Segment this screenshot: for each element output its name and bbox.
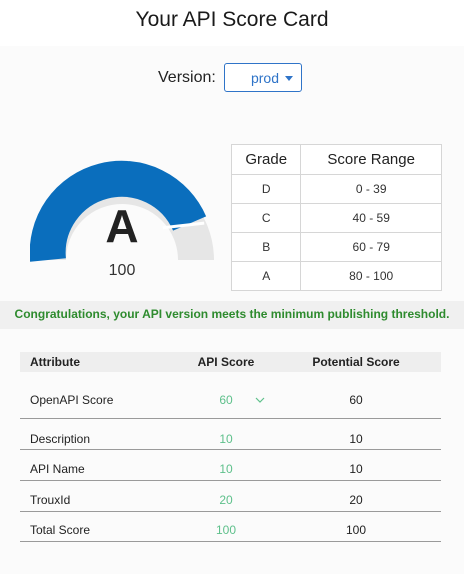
potential-score-column-header: Potential Score xyxy=(312,355,400,369)
table-row: B 60 - 79 xyxy=(230,232,442,262)
grade-column-header: Grade xyxy=(230,144,302,175)
status-banner: Congratulations, your API version meets … xyxy=(0,301,464,329)
potential-score-value: 20 xyxy=(349,493,363,507)
attribute-row-openapi[interactable]: OpenAPI Score 60 60 xyxy=(20,372,441,419)
attribute-row-api-name: API Name 10 10 xyxy=(20,450,441,481)
attribute-name: Total Score xyxy=(30,523,91,537)
range-cell: 0 - 39 xyxy=(300,174,442,204)
score-gauge: A xyxy=(30,160,214,262)
api-score-value: 20 xyxy=(219,493,233,507)
potential-score-value: 10 xyxy=(349,432,363,446)
grade-cell: D xyxy=(230,174,302,204)
attribute-row-description: Description 10 10 xyxy=(20,419,441,450)
api-score-column-header: API Score xyxy=(197,355,255,369)
attribute-row-total: Total Score 100 100 xyxy=(20,512,441,542)
attribute-name: OpenAPI Score xyxy=(30,393,114,407)
caret-down-icon xyxy=(285,76,293,81)
range-cell: 40 - 59 xyxy=(300,203,442,233)
attribute-name: TrouxId xyxy=(30,493,71,507)
page-title: Your API Score Card xyxy=(0,0,464,46)
version-selected-value: prod xyxy=(250,70,279,86)
range-cell: 60 - 79 xyxy=(300,232,442,262)
chevron-down-icon[interactable] xyxy=(255,395,265,405)
attribute-row-trouxid: TrouxId 20 20 xyxy=(20,481,441,512)
table-row: D 0 - 39 xyxy=(230,174,442,204)
gauge-grade-letter: A xyxy=(105,200,138,252)
potential-score-value: 10 xyxy=(349,462,363,476)
attribute-column-header: Attribute xyxy=(30,355,80,369)
version-row: Version: prod xyxy=(0,63,464,95)
score-range-column-header: Score Range xyxy=(300,144,442,175)
grade-range-table: Grade Score Range D 0 - 39 C 40 - 59 B 6… xyxy=(230,144,442,291)
api-score-value: 100 xyxy=(215,523,237,537)
attribute-name: Description xyxy=(30,432,91,446)
gauge-score-value: 100 xyxy=(108,262,136,279)
api-score-value: 10 xyxy=(219,432,233,446)
attribute-score-table: Attribute API Score Potential Score Open… xyxy=(20,352,441,542)
api-score-value: 60 xyxy=(219,393,233,407)
version-label: Version: xyxy=(158,69,216,86)
attribute-name: API Name xyxy=(30,462,85,476)
table-row: C 40 - 59 xyxy=(230,203,442,233)
grade-cell: A xyxy=(230,261,302,291)
grade-cell: B xyxy=(230,232,302,262)
grade-cell: C xyxy=(230,203,302,233)
potential-score-value: 60 xyxy=(349,393,363,407)
api-score-value: 10 xyxy=(219,462,233,476)
version-dropdown[interactable]: prod xyxy=(224,63,302,92)
attribute-table-header: Attribute API Score Potential Score xyxy=(20,352,441,372)
table-row: A 80 - 100 xyxy=(230,261,442,291)
potential-score-value: 100 xyxy=(345,523,367,537)
range-cell: 80 - 100 xyxy=(300,261,442,291)
